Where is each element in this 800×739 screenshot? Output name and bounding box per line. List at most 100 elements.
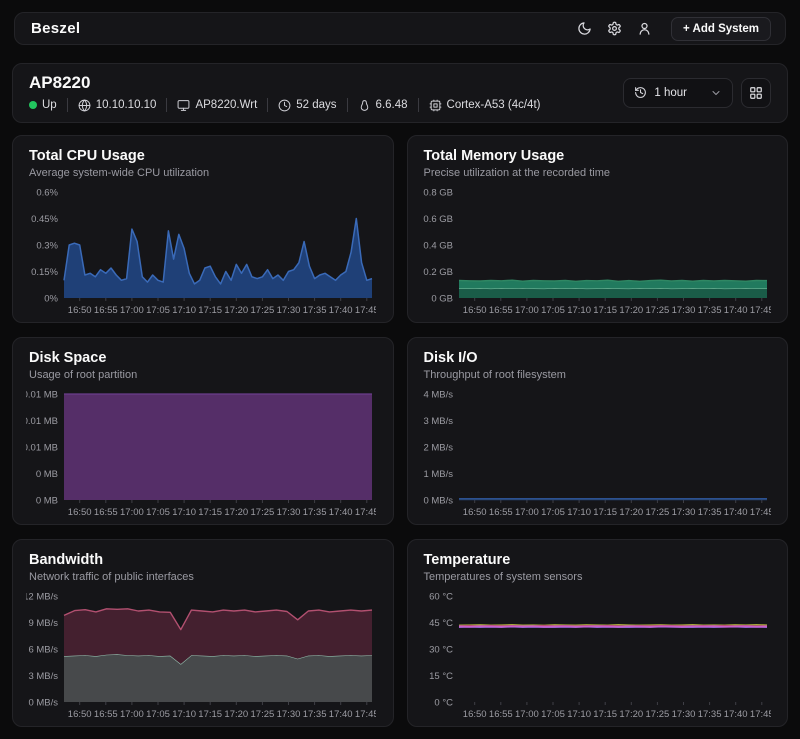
meta-divider [166,98,167,112]
svg-text:17:45: 17:45 [749,507,770,518]
chart-card-cpu: Total CPU Usage Average system-wide CPU … [12,135,394,323]
charts-grid: Total CPU Usage Average system-wide CPU … [12,135,788,727]
chart-title: Bandwidth [29,552,377,568]
svg-text:16:50: 16:50 [462,507,486,518]
svg-text:17:30: 17:30 [671,709,695,720]
svg-text:17:35: 17:35 [303,507,327,518]
chart-title: Disk Space [29,350,377,366]
svg-text:0.01 MB: 0.01 MB [26,416,58,427]
svg-text:0.6%: 0.6% [36,188,58,199]
svg-text:0 GB: 0 GB [431,294,453,305]
status-item: Up [29,99,57,111]
svg-text:16:55: 16:55 [94,305,118,316]
svg-text:17:05: 17:05 [541,305,565,316]
svg-text:17:40: 17:40 [329,507,353,518]
temperature-plot[interactable]: 0 °C15 °C30 °C45 °C60 °C16:5016:5517:001… [421,590,771,724]
chart-subtitle: Precise utilization at the recorded time [424,167,772,179]
svg-text:17:35: 17:35 [303,709,327,720]
cpu-model-item: Cortex-A53 (4c/4t) [429,99,541,112]
chart-subtitle: Average system-wide CPU utilization [29,167,377,179]
history-clock-icon [634,86,647,99]
grid-layout-button[interactable] [741,78,771,108]
globe-icon [78,99,91,112]
svg-text:6 MB/s: 6 MB/s [28,645,58,656]
kernel-item: 6.6.48 [358,99,408,112]
chart-title: Disk I/O [424,350,772,366]
svg-text:9 MB/s: 9 MB/s [28,618,58,629]
svg-text:17:00: 17:00 [515,709,539,720]
svg-text:17:20: 17:20 [224,709,248,720]
kernel-version: 6.6.48 [376,99,408,111]
svg-text:30 °C: 30 °C [429,645,453,656]
svg-text:17:15: 17:15 [593,709,617,720]
monitor-icon [177,99,190,112]
svg-text:1 MB/s: 1 MB/s [423,469,453,480]
svg-text:0 MB/s: 0 MB/s [423,496,453,507]
svg-text:15 °C: 15 °C [429,671,453,682]
svg-text:17:45: 17:45 [355,709,376,720]
svg-text:17:40: 17:40 [329,305,353,316]
memory-usage-plot[interactable]: 0 GB0.2 GB0.4 GB0.6 GB0.8 GB16:5016:5517… [421,186,771,320]
svg-text:16:50: 16:50 [68,709,92,720]
uptime: 52 days [296,99,336,111]
svg-text:3 MB/s: 3 MB/s [28,671,58,682]
time-range-value: 1 hour [654,87,687,99]
chart-subtitle: Network traffic of public interfaces [29,571,377,583]
system-name: AP8220 [29,73,540,93]
svg-text:17:20: 17:20 [619,305,643,316]
moon-icon[interactable] [577,21,592,36]
svg-text:17:35: 17:35 [697,709,721,720]
svg-text:16:50: 16:50 [462,709,486,720]
kernel-icon [358,99,371,112]
svg-text:17:40: 17:40 [723,507,747,518]
system-header-actions: 1 hour [623,78,771,108]
svg-text:17:25: 17:25 [251,709,275,720]
navbar-actions: + Add System [577,17,771,41]
svg-text:17:30: 17:30 [671,507,695,518]
svg-text:17:00: 17:00 [120,709,144,720]
meta-divider [267,98,268,112]
svg-text:17:05: 17:05 [146,507,170,518]
svg-text:12 MB/s: 12 MB/s [26,592,58,603]
bandwidth-plot[interactable]: 0 MB/s3 MB/s6 MB/s9 MB/s12 MB/s16:5016:5… [26,590,376,724]
svg-text:17:00: 17:00 [515,305,539,316]
svg-text:3 MB/s: 3 MB/s [423,416,453,427]
user-icon[interactable] [637,21,652,36]
ip-item: 10.10.10.10 [78,99,157,112]
chart-card-memory: Total Memory Usage Precise utilization a… [407,135,789,323]
brand-logo[interactable]: Beszel [31,20,80,37]
svg-text:17:25: 17:25 [251,507,275,518]
chart-subtitle: Temperatures of system sensors [424,571,772,583]
svg-text:45 °C: 45 °C [429,618,453,629]
disk-space-plot[interactable]: 0 MB0 MB0.01 MB0.01 MB0.01 MB16:5016:551… [26,388,376,522]
gear-icon[interactable] [607,21,622,36]
chart-card-temperature: Temperature Temperatures of system senso… [407,539,789,727]
svg-text:16:50: 16:50 [462,305,486,316]
svg-text:16:50: 16:50 [68,507,92,518]
svg-text:0.4 GB: 0.4 GB [423,241,453,252]
svg-text:17:00: 17:00 [120,507,144,518]
svg-text:17:40: 17:40 [723,709,747,720]
svg-text:17:00: 17:00 [120,305,144,316]
svg-text:17:25: 17:25 [251,305,275,316]
disk-io-plot[interactable]: 0 MB/s1 MB/s2 MB/s3 MB/s4 MB/s16:5016:55… [421,388,771,522]
uptime-item: 52 days [278,99,336,112]
svg-text:0.15%: 0.15% [31,267,58,278]
svg-text:17:15: 17:15 [593,305,617,316]
grid-icon [749,86,763,100]
cpu-usage-plot[interactable]: 0%0.15%0.3%0.45%0.6%16:5016:5517:0017:05… [26,186,376,320]
clock-icon [278,99,291,112]
chart-card-disk-space: Disk Space Usage of root partition 0 MB0… [12,337,394,525]
time-range-select[interactable]: 1 hour [623,78,733,108]
svg-text:17:00: 17:00 [515,507,539,518]
svg-text:17:45: 17:45 [749,709,770,720]
add-system-button[interactable]: + Add System [671,17,771,41]
system-info: AP8220 Up 10.10.10.10 AP8220.Wrt [29,73,540,112]
svg-text:17:15: 17:15 [198,709,222,720]
svg-text:17:35: 17:35 [303,305,327,316]
svg-text:17:10: 17:10 [172,507,196,518]
svg-text:17:10: 17:10 [567,507,591,518]
svg-text:0.6 GB: 0.6 GB [423,214,453,225]
svg-text:17:40: 17:40 [329,709,353,720]
svg-text:16:55: 16:55 [488,507,512,518]
